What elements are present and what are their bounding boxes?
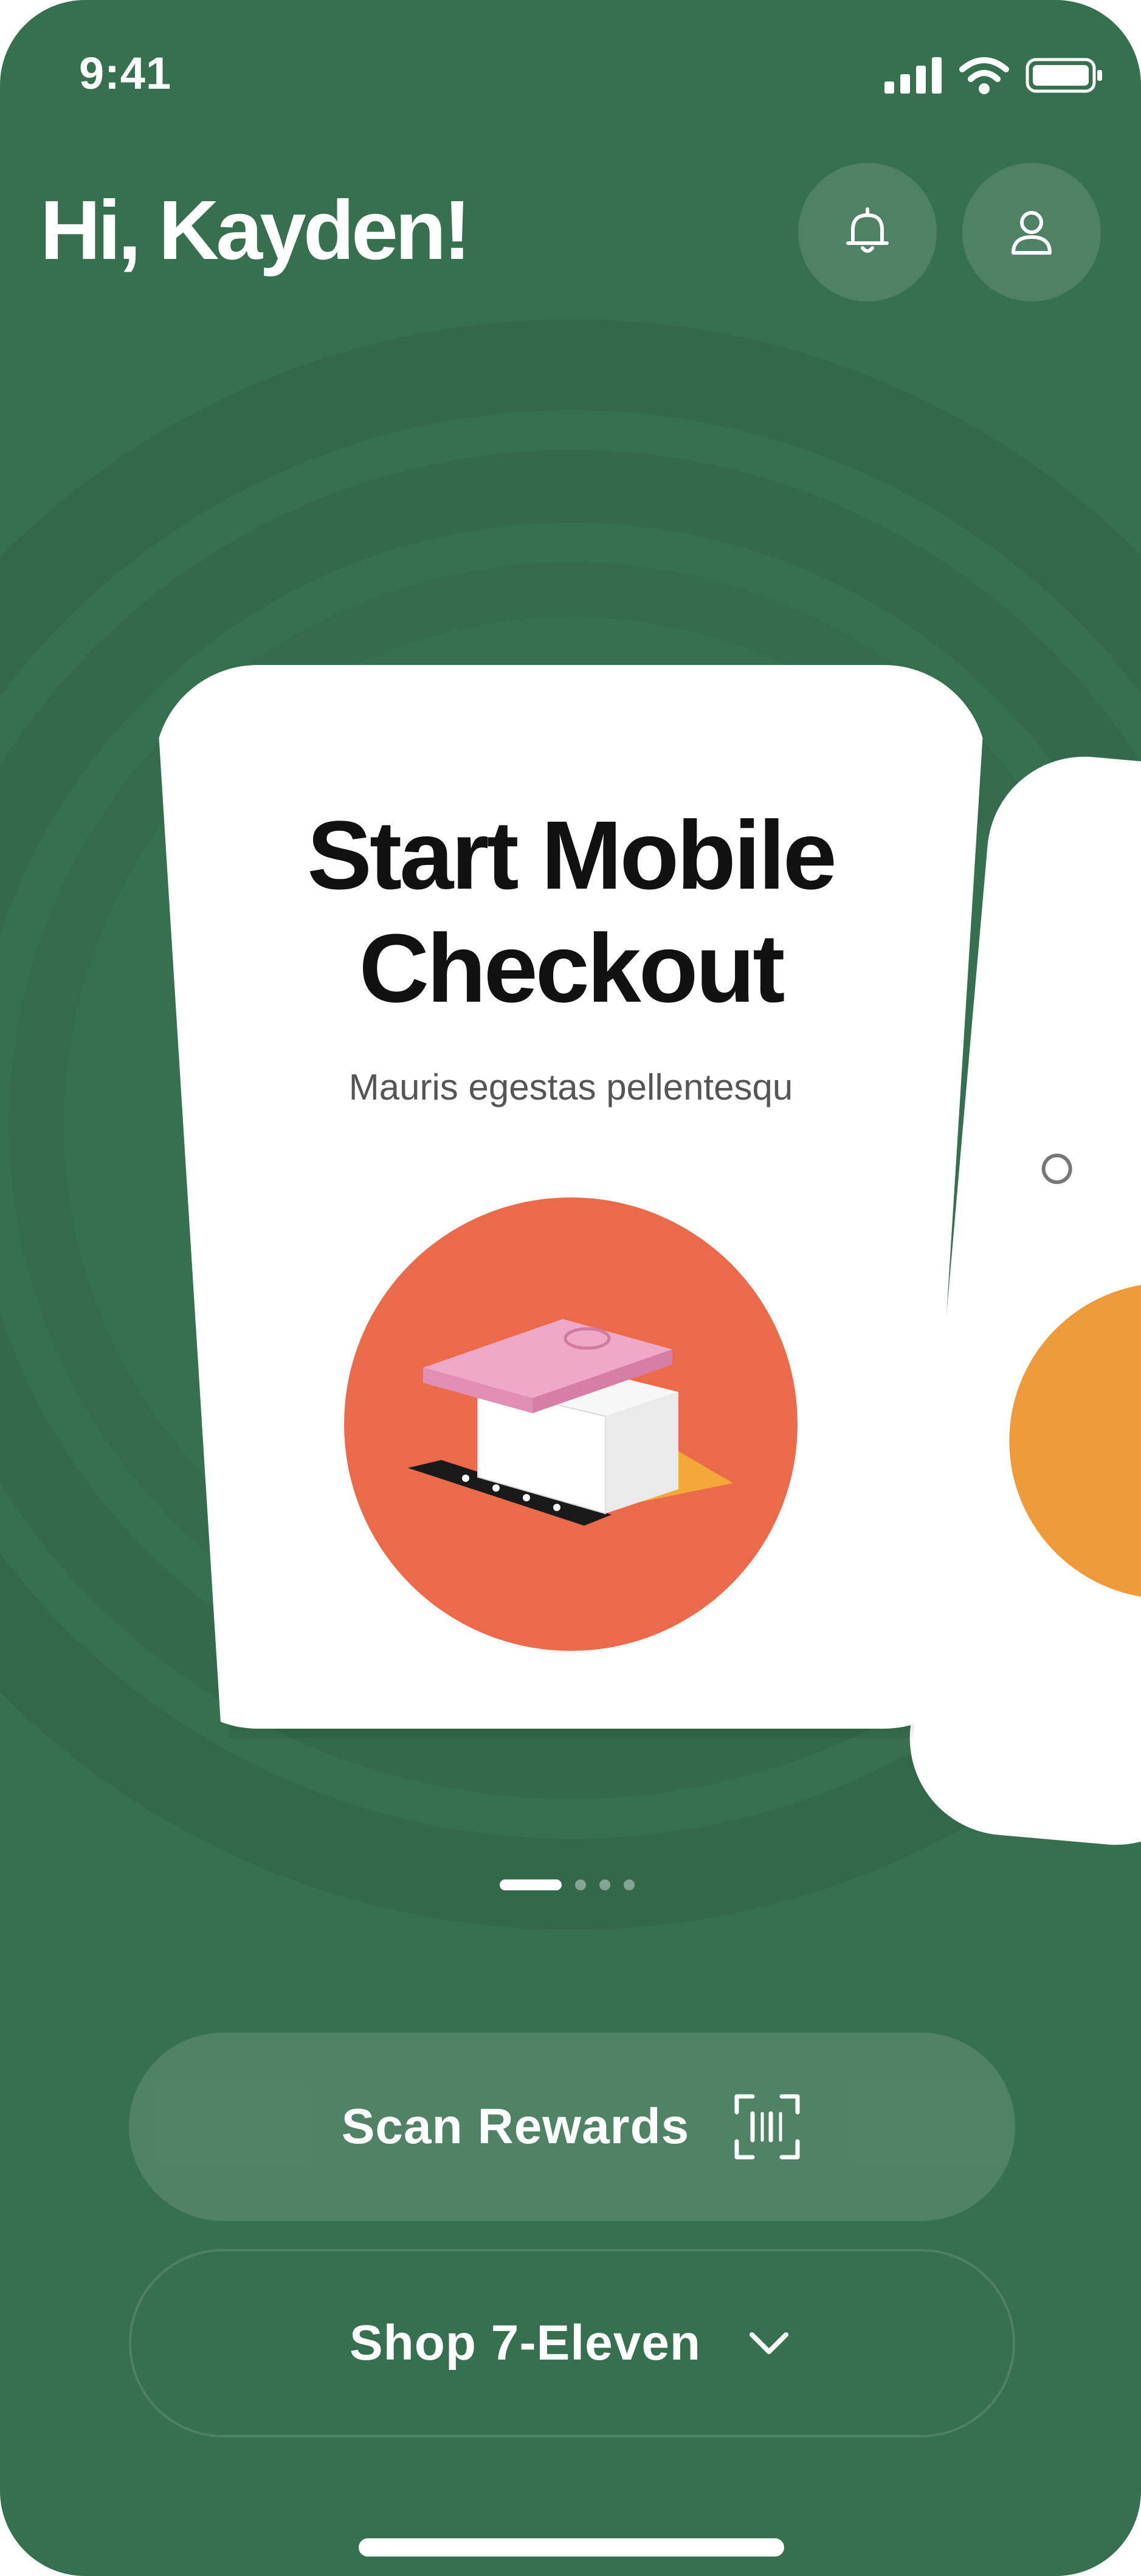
battery-icon: [1026, 58, 1102, 93]
shop-7-eleven-label: Shop 7-Eleven: [349, 2315, 701, 2371]
home-indicator[interactable]: [359, 2538, 784, 2557]
cellular-signal-icon: [884, 57, 942, 94]
bell-icon: [846, 207, 889, 253]
card-title-line-2: Checkout: [359, 914, 785, 1022]
barcode-scan-icon: [734, 2094, 800, 2160]
carousel-card-mobile-checkout[interactable]: Start Mobile Checkout Mauris egestas pel…: [154, 665, 987, 1729]
page-dot[interactable]: [575, 1879, 586, 1890]
mobile-checkout-illustration: [344, 1197, 798, 1651]
shop-7-eleven-button[interactable]: Shop 7-Eleven: [129, 2249, 1015, 2437]
page-dot[interactable]: [624, 1879, 635, 1890]
scan-rewards-button[interactable]: Scan Rewards: [129, 2033, 1015, 2221]
status-icons: [884, 56, 1105, 95]
app-screen: 9:41 Hi, Kayden! Start Mobile Checkout M…: [0, 0, 1141, 2576]
chevron-down-icon: [750, 2332, 789, 2354]
user-icon: [1012, 211, 1052, 255]
card-title-line-1: Start Mobile: [307, 801, 837, 909]
wifi-icon: [959, 57, 1009, 94]
page-dot[interactable]: [599, 1879, 610, 1890]
status-time: 9:41: [79, 48, 172, 98]
carousel-pagination: [500, 1879, 635, 1890]
status-bar: 9:41: [0, 0, 1141, 146]
card-title: Start Mobile Checkout: [154, 799, 987, 1025]
card-subtitle: Mauris egestas pellentesqu: [348, 1067, 793, 1107]
scan-rewards-label: Scan Rewards: [341, 2099, 690, 2154]
profile-button[interactable]: [962, 163, 1101, 301]
notifications-button[interactable]: [798, 163, 937, 301]
page-title: Hi, Kayden!: [40, 184, 471, 277]
page-dot-active[interactable]: [500, 1879, 562, 1890]
